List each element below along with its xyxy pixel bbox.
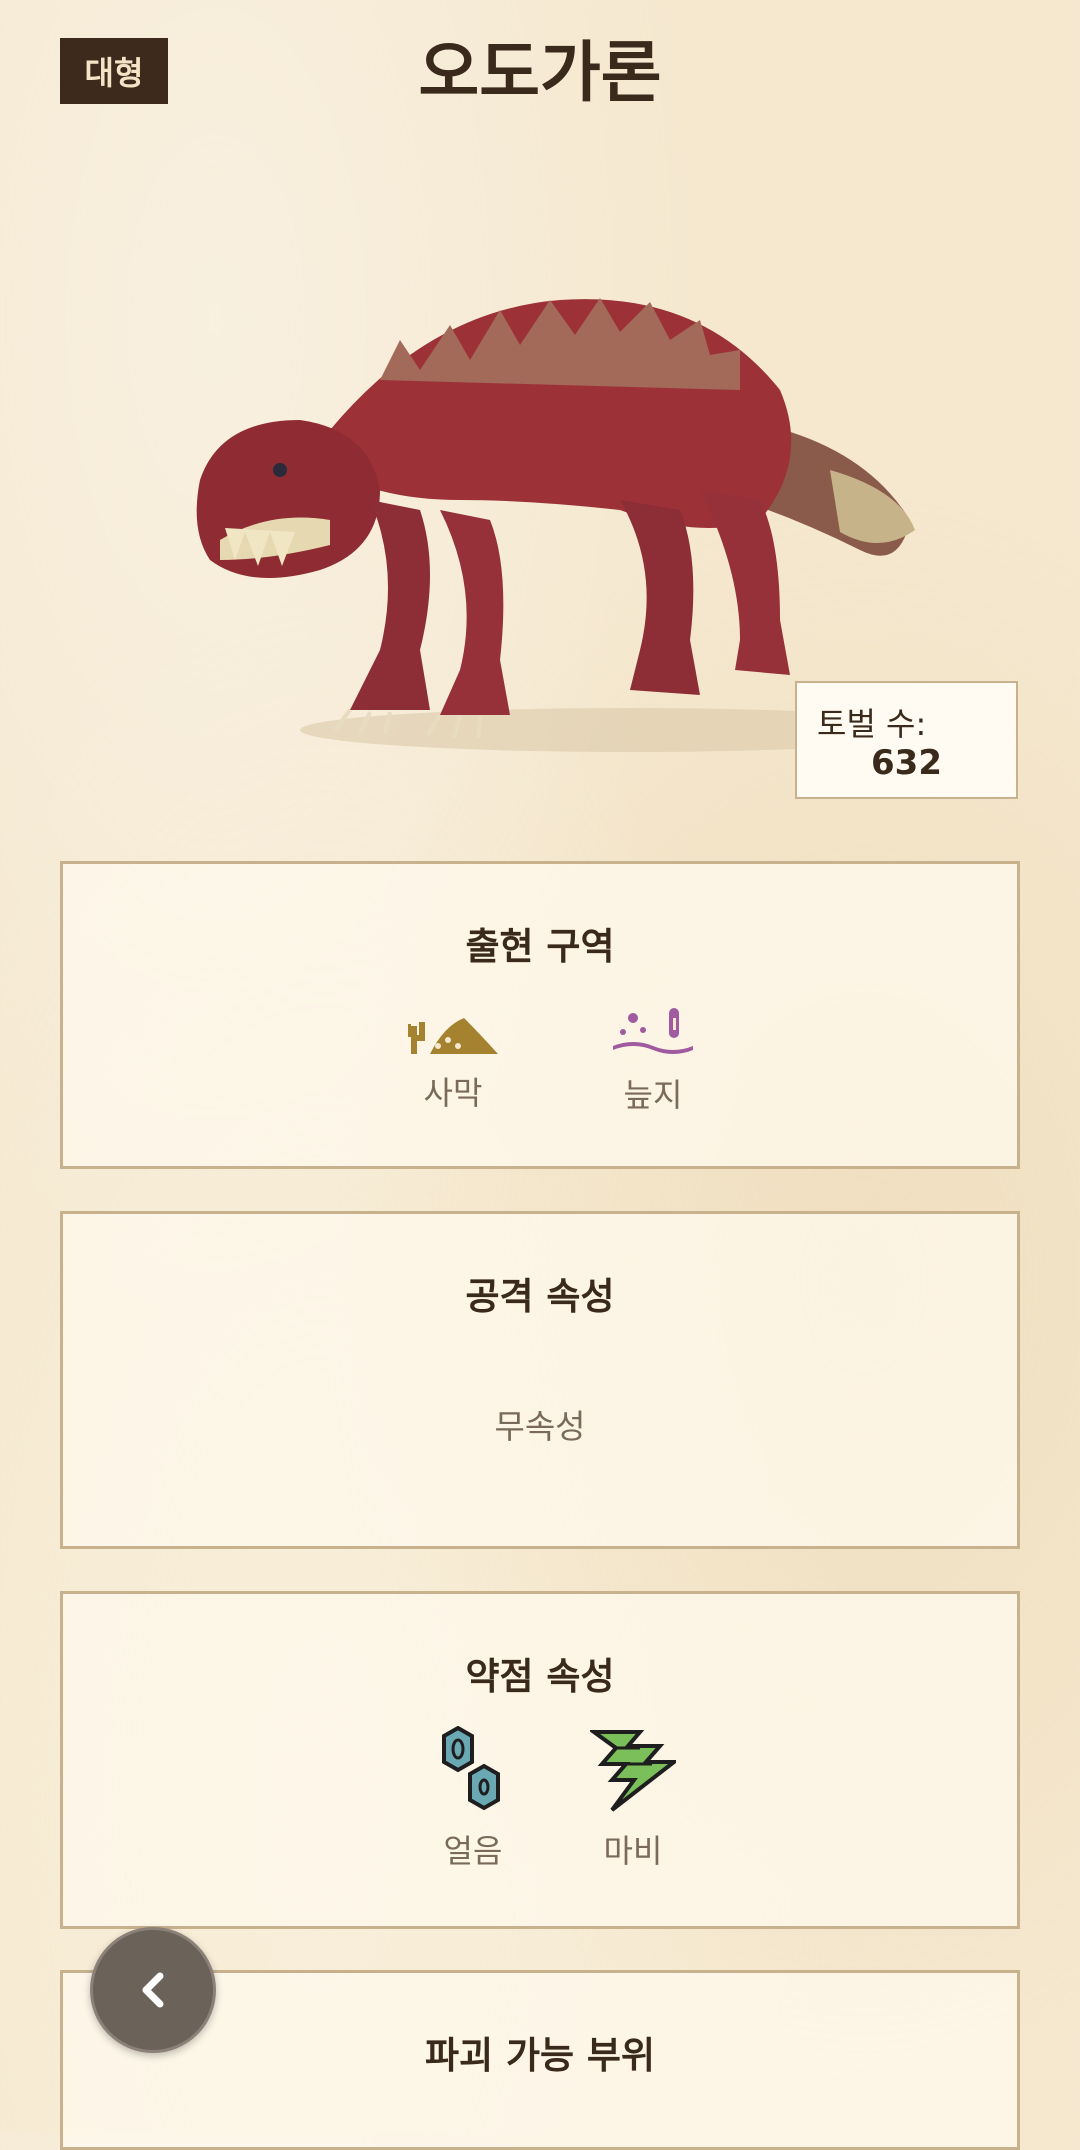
- weakness-label-ice: 얼음: [443, 1832, 503, 1870]
- desert-icon: [405, 1018, 498, 1054]
- weakness-card: 약점 속성 얼음 마비: [60, 1591, 1020, 1929]
- chevron-left-icon: [142, 1972, 164, 2008]
- weakness-item-ice[interactable]: 얼음: [413, 1725, 533, 1872]
- weakness-label-paralysis: 마비: [603, 1832, 663, 1870]
- habitat-item-desert[interactable]: 사막: [393, 1004, 513, 1114]
- back-button[interactable]: [90, 1927, 216, 2053]
- breakable-parts-title: 파괴 가능 부위: [424, 2034, 655, 2077]
- page-title: 오도가론: [418, 34, 662, 111]
- attack-element-card: 공격 속성 무속성: [60, 1211, 1020, 1549]
- hunt-count-label: 토벌 수:: [817, 705, 927, 743]
- habitat-card: 출현 구역 사막 늪지: [60, 861, 1020, 1169]
- weakness-title: 약점 속성: [465, 1655, 615, 1698]
- habitat-title: 출현 구역: [465, 925, 615, 968]
- swamp-icon: [613, 1008, 693, 1054]
- hunt-count-box: 토벌 수: 632: [795, 681, 1018, 799]
- weakness-item-paralysis[interactable]: 마비: [573, 1726, 693, 1872]
- habitat-label-swamp: 늪지: [623, 1076, 683, 1114]
- hunt-count-value: 632: [871, 743, 942, 783]
- attack-element-title: 공격 속성: [465, 1275, 615, 1318]
- habitat-label-desert: 사막: [423, 1074, 483, 1112]
- habitat-item-swamp[interactable]: 늪지: [593, 1004, 713, 1116]
- paralysis-bolt-icon: [587, 1730, 680, 1812]
- header: 대형 오도가론: [0, 0, 1080, 150]
- ice-crystal-icon: [442, 1725, 500, 1811]
- attack-element-value: 무속성: [494, 1407, 586, 1446]
